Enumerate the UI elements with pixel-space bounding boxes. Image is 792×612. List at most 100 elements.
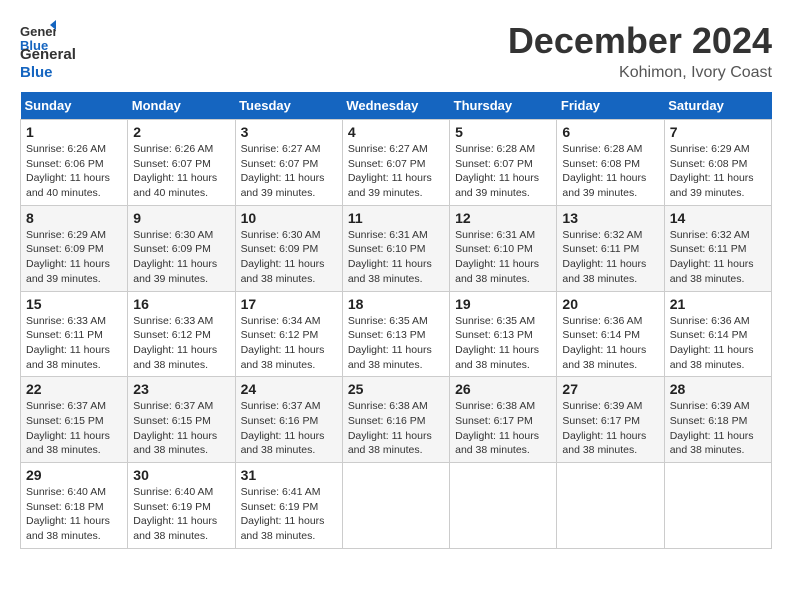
day-number: 31 <box>241 467 337 483</box>
calendar-cell: 16 Sunrise: 6:33 AM Sunset: 6:12 PM Dayli… <box>128 291 235 377</box>
day-info: Sunrise: 6:30 AM Sunset: 6:09 PM Dayligh… <box>241 228 337 287</box>
day-info: Sunrise: 6:30 AM Sunset: 6:09 PM Dayligh… <box>133 228 229 287</box>
calendar-cell: 22 Sunrise: 6:37 AM Sunset: 6:15 PM Dayli… <box>21 377 128 463</box>
calendar-cell: 25 Sunrise: 6:38 AM Sunset: 6:16 PM Dayli… <box>342 377 449 463</box>
day-number: 11 <box>348 210 444 226</box>
calendar-cell: 23 Sunrise: 6:37 AM Sunset: 6:15 PM Dayli… <box>128 377 235 463</box>
calendar-cell: 17Sunrise: 6:34 AM Sunset: 6:12 PM Dayli… <box>235 291 342 377</box>
day-number: 12 <box>455 210 551 226</box>
calendar-cell: 2Sunrise: 6:26 AM Sunset: 6:07 PM Daylig… <box>128 120 235 206</box>
day-number: 18 <box>348 296 444 312</box>
day-info: Sunrise: 6:28 AM Sunset: 6:07 PM Dayligh… <box>455 142 551 201</box>
calendar-cell: 13Sunrise: 6:32 AM Sunset: 6:11 PM Dayli… <box>557 205 664 291</box>
day-number: 29 <box>26 467 122 483</box>
day-info: Sunrise: 6:38 AM Sunset: 6:16 PM Dayligh… <box>348 399 444 458</box>
header-monday: Monday <box>128 92 235 120</box>
day-info: Sunrise: 6:36 AM Sunset: 6:14 PM Dayligh… <box>670 314 766 373</box>
day-number: 19 <box>455 296 551 312</box>
calendar-cell: 30 Sunrise: 6:40 AM Sunset: 6:19 PM Dayli… <box>128 463 235 549</box>
day-number: 10 <box>241 210 337 226</box>
day-number: 17 <box>241 296 337 312</box>
day-number: 16 <box>133 296 229 312</box>
calendar-week-3: 15 Sunrise: 6:33 AM Sunset: 6:11 PM Dayli… <box>21 291 772 377</box>
day-info: Sunrise: 6:31 AM Sunset: 6:10 PM Dayligh… <box>348 228 444 287</box>
logo: General Blue General Blue <box>20 20 76 82</box>
day-number: 22 <box>26 381 122 397</box>
month-title: December 2024 <box>508 20 772 62</box>
calendar-cell: 21 Sunrise: 6:36 AM Sunset: 6:14 PM Dayli… <box>664 291 771 377</box>
day-info: Sunrise: 6:37 AM Sunset: 6:15 PM Dayligh… <box>133 399 229 458</box>
header-friday: Friday <box>557 92 664 120</box>
calendar-cell: 14Sunrise: 6:32 AM Sunset: 6:11 PM Dayli… <box>664 205 771 291</box>
calendar-cell: 4Sunrise: 6:27 AM Sunset: 6:07 PM Daylig… <box>342 120 449 206</box>
calendar-week-2: 8 Sunrise: 6:29 AM Sunset: 6:09 PM Daylig… <box>21 205 772 291</box>
day-info: Sunrise: 6:31 AM Sunset: 6:10 PM Dayligh… <box>455 228 551 287</box>
logo-blue: Blue <box>20 64 76 82</box>
day-number: 21 <box>670 296 766 312</box>
calendar-cell: 18 Sunrise: 6:35 AM Sunset: 6:13 PM Dayli… <box>342 291 449 377</box>
day-info: Sunrise: 6:40 AM Sunset: 6:18 PM Dayligh… <box>26 485 122 544</box>
calendar-cell: 26Sunrise: 6:38 AM Sunset: 6:17 PM Dayli… <box>450 377 557 463</box>
calendar-table: SundayMondayTuesdayWednesdayThursdayFrid… <box>20 92 772 549</box>
day-number: 13 <box>562 210 658 226</box>
calendar-cell: 1 Sunrise: 6:26 AM Sunset: 6:06 PM Daylig… <box>21 120 128 206</box>
day-info: Sunrise: 6:35 AM Sunset: 6:13 PM Dayligh… <box>348 314 444 373</box>
calendar-cell: 12 Sunrise: 6:31 AM Sunset: 6:10 PM Dayli… <box>450 205 557 291</box>
calendar-cell: 19 Sunrise: 6:35 AM Sunset: 6:13 PM Dayli… <box>450 291 557 377</box>
calendar-cell: 31Sunrise: 6:41 AM Sunset: 6:19 PM Dayli… <box>235 463 342 549</box>
calendar-cell: 24Sunrise: 6:37 AM Sunset: 6:16 PM Dayli… <box>235 377 342 463</box>
day-info: Sunrise: 6:37 AM Sunset: 6:15 PM Dayligh… <box>26 399 122 458</box>
day-info: Sunrise: 6:27 AM Sunset: 6:07 PM Dayligh… <box>241 142 337 201</box>
day-number: 28 <box>670 381 766 397</box>
calendar-cell: 8 Sunrise: 6:29 AM Sunset: 6:09 PM Daylig… <box>21 205 128 291</box>
day-number: 1 <box>26 124 122 140</box>
calendar-week-4: 22 Sunrise: 6:37 AM Sunset: 6:15 PM Dayli… <box>21 377 772 463</box>
calendar-cell: 3 Sunrise: 6:27 AM Sunset: 6:07 PM Daylig… <box>235 120 342 206</box>
day-number: 24 <box>241 381 337 397</box>
page-header: General Blue General Blue December 2024 … <box>20 20 772 82</box>
day-info: Sunrise: 6:40 AM Sunset: 6:19 PM Dayligh… <box>133 485 229 544</box>
calendar-cell: 29 Sunrise: 6:40 AM Sunset: 6:18 PM Dayli… <box>21 463 128 549</box>
calendar-cell <box>342 463 449 549</box>
day-info: Sunrise: 6:39 AM Sunset: 6:17 PM Dayligh… <box>562 399 658 458</box>
header-thursday: Thursday <box>450 92 557 120</box>
day-number: 25 <box>348 381 444 397</box>
day-number: 26 <box>455 381 551 397</box>
day-info: Sunrise: 6:33 AM Sunset: 6:11 PM Dayligh… <box>26 314 122 373</box>
day-number: 4 <box>348 124 444 140</box>
header-saturday: Saturday <box>664 92 771 120</box>
header-sunday: Sunday <box>21 92 128 120</box>
calendar-cell: 6Sunrise: 6:28 AM Sunset: 6:08 PM Daylig… <box>557 120 664 206</box>
calendar-week-1: 1 Sunrise: 6:26 AM Sunset: 6:06 PM Daylig… <box>21 120 772 206</box>
calendar-cell: 27 Sunrise: 6:39 AM Sunset: 6:17 PM Dayli… <box>557 377 664 463</box>
title-section: December 2024 Kohimon, Ivory Coast <box>508 20 772 82</box>
day-number: 6 <box>562 124 658 140</box>
day-number: 5 <box>455 124 551 140</box>
day-info: Sunrise: 6:26 AM Sunset: 6:06 PM Dayligh… <box>26 142 122 201</box>
calendar-cell <box>664 463 771 549</box>
calendar-header-row: SundayMondayTuesdayWednesdayThursdayFrid… <box>21 92 772 120</box>
day-number: 15 <box>26 296 122 312</box>
day-info: Sunrise: 6:26 AM Sunset: 6:07 PM Dayligh… <box>133 142 229 201</box>
day-number: 3 <box>241 124 337 140</box>
day-number: 8 <box>26 210 122 226</box>
calendar-cell: 10 Sunrise: 6:30 AM Sunset: 6:09 PM Dayli… <box>235 205 342 291</box>
calendar-cell: 28 Sunrise: 6:39 AM Sunset: 6:18 PM Dayli… <box>664 377 771 463</box>
day-number: 27 <box>562 381 658 397</box>
calendar-cell: 11 Sunrise: 6:31 AM Sunset: 6:10 PM Dayli… <box>342 205 449 291</box>
day-info: Sunrise: 6:36 AM Sunset: 6:14 PM Dayligh… <box>562 314 658 373</box>
day-info: Sunrise: 6:39 AM Sunset: 6:18 PM Dayligh… <box>670 399 766 458</box>
day-number: 7 <box>670 124 766 140</box>
day-number: 20 <box>562 296 658 312</box>
calendar-cell: 9 Sunrise: 6:30 AM Sunset: 6:09 PM Daylig… <box>128 205 235 291</box>
day-info: Sunrise: 6:29 AM Sunset: 6:09 PM Dayligh… <box>26 228 122 287</box>
day-number: 23 <box>133 381 229 397</box>
calendar-cell: 7 Sunrise: 6:29 AM Sunset: 6:08 PM Daylig… <box>664 120 771 206</box>
header-wednesday: Wednesday <box>342 92 449 120</box>
day-number: 30 <box>133 467 229 483</box>
day-info: Sunrise: 6:29 AM Sunset: 6:08 PM Dayligh… <box>670 142 766 201</box>
day-info: Sunrise: 6:33 AM Sunset: 6:12 PM Dayligh… <box>133 314 229 373</box>
header-tuesday: Tuesday <box>235 92 342 120</box>
day-info: Sunrise: 6:35 AM Sunset: 6:13 PM Dayligh… <box>455 314 551 373</box>
day-number: 9 <box>133 210 229 226</box>
